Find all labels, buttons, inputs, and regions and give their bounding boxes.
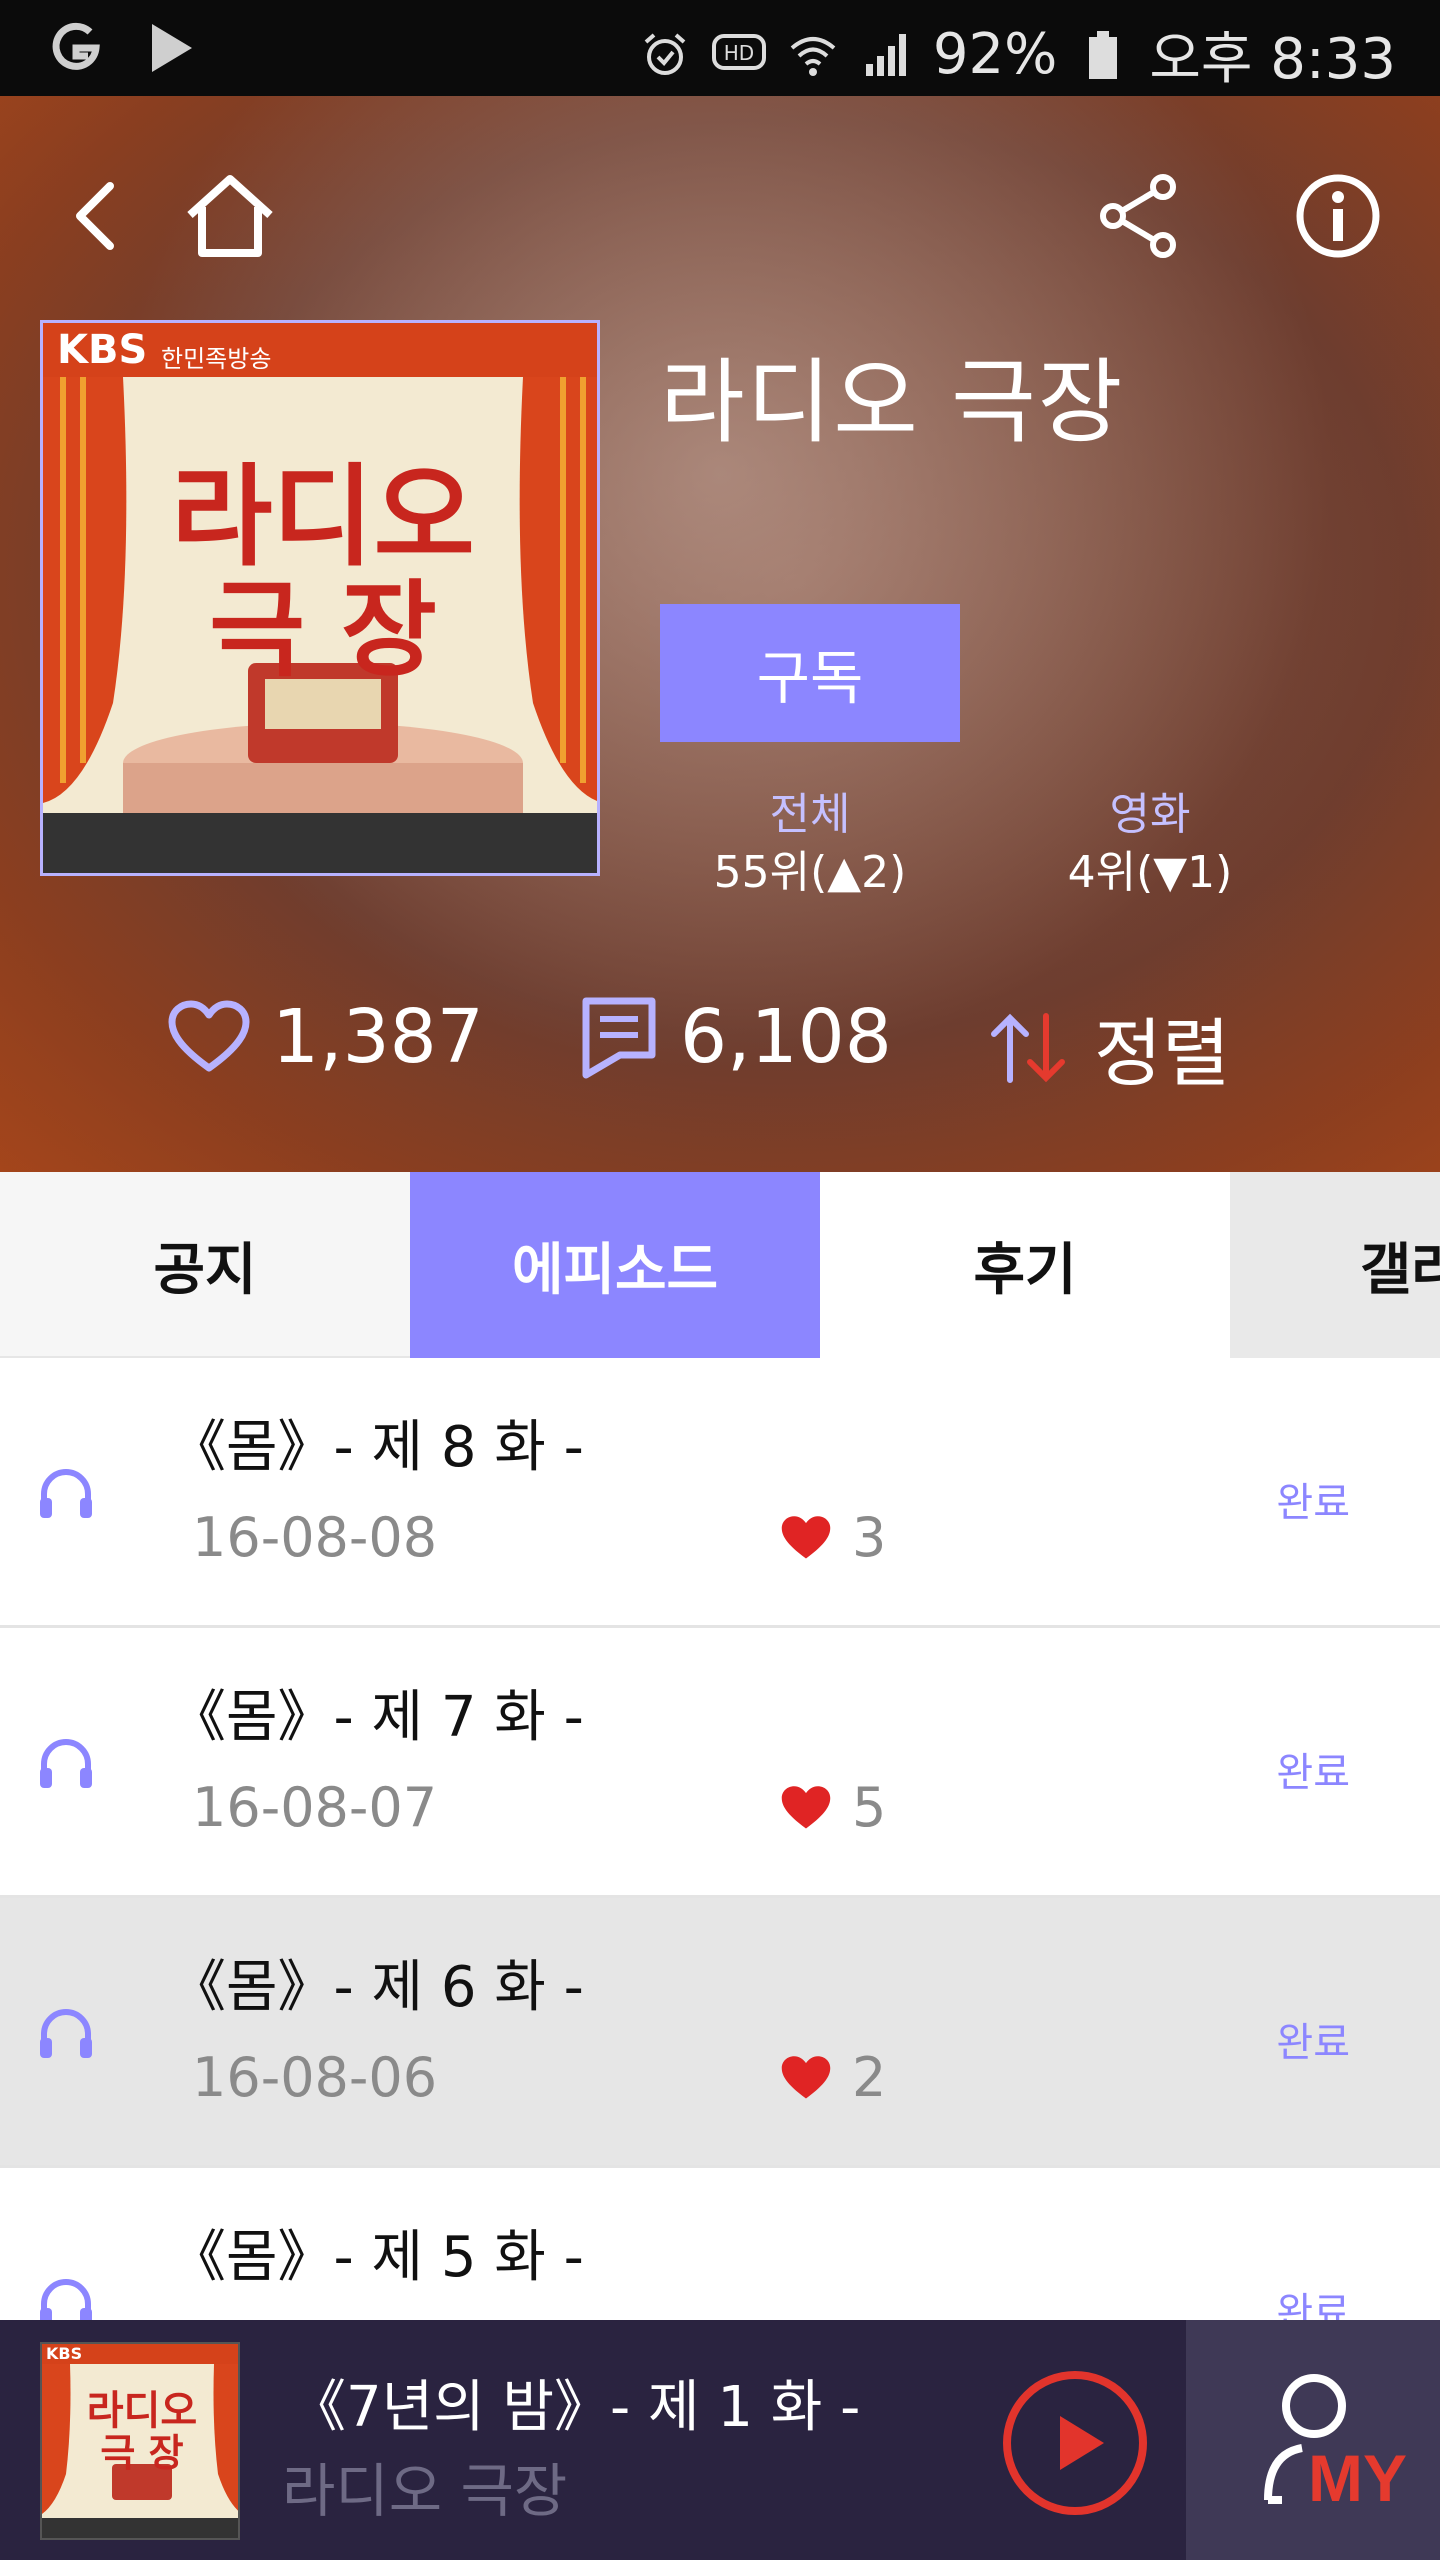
episode-date: 16-08-07 [192, 1776, 438, 1839]
content-tabs: 공지 에피소드 후기 갤러 [0, 1172, 1440, 1358]
episode-likes-count: 5 [852, 1776, 887, 1839]
episode-likes-count: 2 [852, 2046, 887, 2109]
sort-arrows-icon [991, 1012, 1065, 1083]
episode-list: 《몸》- 제 8 화 - 16-08-08 3 완료 《몸》- 제 7 화 - … [0, 1358, 1440, 2438]
now-playing-title: 《7년의 밤》- 제 1 화 - [290, 2375, 861, 2440]
episode-status: 완료 [1276, 1480, 1350, 1526]
show-title: 라디오 극장 [660, 349, 1125, 456]
back-button[interactable] [36, 156, 156, 276]
clock: 오후 8:33 [1149, 27, 1396, 92]
likes-stat[interactable]: 1,387 [168, 994, 484, 1080]
episode-row[interactable]: 《몸》- 제 8 화 - 16-08-08 3 완료 [0, 1358, 1440, 1628]
thumb-brand: KBS [46, 2344, 83, 2363]
show-header: KBS 한민족방송 라디오 극 장 라디오 극장 구독 전체 55위(▲2) 영… [0, 96, 1440, 1172]
battery-percent: 92% [932, 22, 1058, 87]
home-icon [187, 175, 273, 257]
top-navigation [0, 156, 1440, 276]
comment-icon [582, 997, 656, 1079]
mini-player[interactable]: KBS 라디오 극 장 《7년의 밤》- 제 1 화 - 라디오 극장 MY [0, 2320, 1440, 2560]
sort-label: 정렬 [1094, 1011, 1231, 1097]
episode-likes-count: 3 [852, 1506, 887, 1569]
home-button[interactable] [170, 156, 290, 276]
episode-title: 《몸》- 제 6 화 - [170, 1955, 584, 2020]
comments-count: 6,108 [680, 994, 892, 1080]
rank-category-label: 영화 [1109, 789, 1191, 840]
heart-outline-icon [168, 1000, 250, 1072]
share-button[interactable] [1080, 156, 1200, 276]
cover-brand: KBS [57, 327, 148, 373]
cover-title-line2: 극 장 [209, 569, 437, 691]
show-stats: 1,387 6,108 정렬 [0, 976, 1440, 1097]
svg-text:HD: HD [724, 41, 754, 65]
show-cover-art: KBS 한민족방송 라디오 극 장 [40, 320, 600, 876]
episode-title: 《몸》- 제 5 화 - [170, 2225, 584, 2290]
wifi-icon [785, 27, 841, 83]
subscribe-button[interactable]: 구독 [660, 604, 960, 742]
heart-filled-icon [781, 1515, 831, 1559]
info-button[interactable] [1278, 156, 1398, 276]
tab-gallery[interactable]: 갤러 [1230, 1172, 1440, 1358]
tab-reviews[interactable]: 후기 [820, 1172, 1230, 1358]
tab-notice[interactable]: 공지 [0, 1172, 410, 1358]
headphones-icon [40, 2009, 92, 2058]
my-label: MY [1308, 2441, 1407, 2515]
share-icon [1100, 174, 1176, 258]
rank-overall-label: 전체 [769, 789, 851, 840]
episode-date: 16-08-06 [192, 2046, 438, 2109]
battery-icon [1075, 27, 1131, 83]
headphones-icon [40, 1469, 92, 1518]
back-arrow-icon [76, 182, 114, 250]
tab-episodes[interactable]: 에피소드 [410, 1172, 820, 1358]
status-bar: HD 92% 오후 8:33 [0, 0, 1440, 96]
g-app-icon [48, 20, 104, 76]
rank-overall-value: 55위(▲2) [713, 847, 907, 898]
episode-row[interactable]: 《몸》- 제 6 화 - 16-08-06 2 완료 [0, 1898, 1440, 2168]
signal-icon [859, 27, 915, 83]
rank-overall: 전체 55위(▲2) [680, 786, 940, 902]
my-page-button[interactable]: MY [1186, 2320, 1440, 2560]
info-icon [1296, 174, 1380, 258]
episode-likes: 2 [780, 2046, 886, 2109]
play-button[interactable] [1000, 2368, 1150, 2518]
heart-filled-icon [781, 1785, 831, 1829]
episode-row[interactable]: 《몸》- 제 7 화 - 16-08-07 5 완료 [0, 1628, 1440, 1898]
episode-likes: 5 [780, 1776, 886, 1839]
heart-filled-icon [781, 2055, 831, 2099]
episode-title: 《몸》- 제 8 화 - [170, 1415, 584, 1480]
now-playing-show: 라디오 극장 [282, 2457, 568, 2525]
sort-button[interactable]: 정렬 [986, 994, 1230, 1101]
now-playing-cover: KBS 라디오 극 장 [40, 2342, 240, 2540]
play-icon [1003, 2371, 1147, 2515]
episode-likes: 3 [780, 1506, 886, 1569]
rank-category: 영화 4위(▼1) [1020, 786, 1280, 902]
episode-status: 완료 [1276, 2020, 1350, 2066]
comments-stat[interactable]: 6,108 [580, 994, 892, 1080]
alarm-icon [637, 27, 693, 83]
episode-date: 16-08-08 [192, 1506, 438, 1569]
thumb-title-line2: 극 장 [100, 2431, 184, 2475]
likes-count: 1,387 [272, 994, 484, 1080]
cover-brand-sub: 한민족방송 [161, 345, 272, 373]
episode-title: 《몸》- 제 7 화 - [170, 1685, 584, 1750]
hd-call-icon: HD [711, 27, 767, 83]
rank-category-value: 4위(▼1) [1067, 847, 1233, 898]
play-store-icon [144, 20, 200, 76]
headphones-icon [40, 1739, 92, 1788]
episode-status: 완료 [1276, 1750, 1350, 1796]
